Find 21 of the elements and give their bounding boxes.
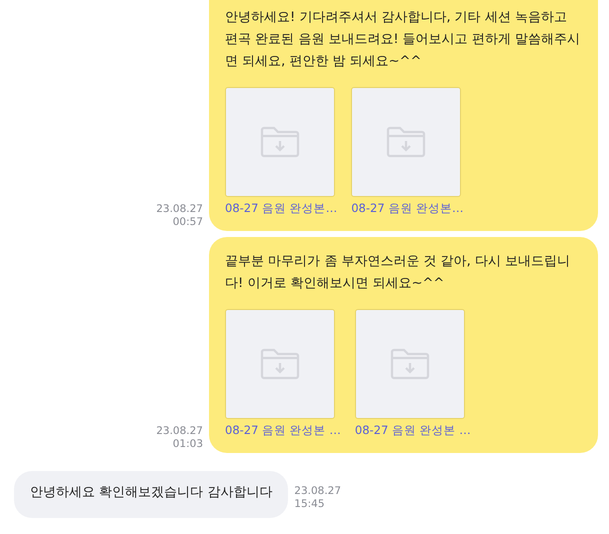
file-thumbnail[interactable] bbox=[225, 309, 335, 419]
file-thumbnail[interactable] bbox=[351, 87, 462, 197]
timestamp-date: 23.08.27 bbox=[156, 425, 203, 438]
file-name-link[interactable]: 08-27 음원 완성본 … bbox=[225, 422, 341, 439]
file-thumbnail[interactable] bbox=[225, 87, 335, 197]
message-text: 안녕하세요! 기다려주셔서 감사합니다, 기타 세션 녹음하고 편곡 완료된 음원 보내드려요! 들어보시고 편하게 말씀해주시면 되세요, 편안한 밤 되세요~^^ bbox=[225, 9, 582, 71]
file-name-link[interactable]: 08-27 음원 완성본 … bbox=[354, 422, 471, 439]
timestamp-time: 15:45 bbox=[294, 498, 325, 511]
folder-download-icon bbox=[390, 348, 430, 380]
timestamp-time: 01:03 bbox=[172, 438, 203, 451]
folder-download-icon bbox=[386, 126, 426, 158]
folder-download-icon bbox=[260, 126, 300, 158]
folder-download-icon bbox=[260, 348, 300, 380]
file-name-link[interactable]: 08-27 음원 완성본… bbox=[351, 200, 464, 217]
timestamp-date: 23.08.27 bbox=[156, 203, 203, 216]
timestamp-date: 23.08.27 bbox=[294, 485, 342, 498]
message-text: 끝부분 마무리가 좀 부자연스러운 것 같아, 다시 보내드립니다! 이거로 확인해보시면 되세요~^^ bbox=[225, 253, 572, 293]
file-thumbnail[interactable] bbox=[354, 309, 465, 419]
file-name-link[interactable]: 08-27 음원 완성본… bbox=[225, 200, 338, 217]
timestamp-time: 00:57 bbox=[172, 216, 203, 229]
message-text: 안녕하세요 확인해보겠습니다 감사합니다 bbox=[30, 484, 272, 502]
